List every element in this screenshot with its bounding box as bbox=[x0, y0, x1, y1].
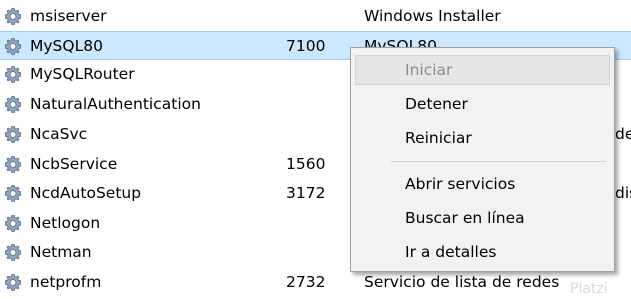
service-description: dis bbox=[615, 184, 631, 202]
gear-icon bbox=[3, 65, 23, 84]
service-pid: 7100 bbox=[286, 37, 326, 55]
context-menu: Iniciar Detener Reiniciar Abrir servicio… bbox=[350, 47, 615, 272]
service-pid: 1560 bbox=[286, 155, 326, 173]
service-name: Netlogon bbox=[30, 214, 101, 232]
service-row-netprofm[interactable]: netprofm 2732 Servicio de lista de redes bbox=[0, 268, 631, 297]
service-pid: 3172 bbox=[286, 184, 326, 202]
gear-icon bbox=[3, 214, 23, 233]
service-name: NcaSvc bbox=[30, 125, 88, 143]
service-pid bbox=[286, 2, 346, 31]
menu-item-open-services[interactable]: Abrir servicios bbox=[355, 169, 610, 199]
service-row-msiserver[interactable]: msiserver Windows Installer bbox=[0, 2, 631, 31]
service-pid bbox=[286, 120, 346, 149]
service-name-cell: NcbService bbox=[0, 150, 275, 179]
service-pid bbox=[286, 90, 346, 119]
service-name-cell: netprofm bbox=[0, 268, 275, 297]
service-name-cell: NcdAutoSetup bbox=[0, 179, 275, 208]
gear-icon bbox=[3, 184, 23, 203]
gear-icon bbox=[3, 155, 23, 174]
service-name: netprofm bbox=[30, 273, 102, 291]
service-name-cell: NaturalAuthentication bbox=[0, 90, 275, 119]
service-name-cell: Netlogon bbox=[0, 209, 275, 238]
service-name-cell: MySQLRouter bbox=[0, 60, 275, 89]
service-description: Windows Installer bbox=[364, 7, 501, 25]
service-name-cell: NcaSvc bbox=[0, 120, 275, 149]
gear-icon bbox=[3, 7, 23, 26]
gear-icon bbox=[3, 243, 23, 262]
service-name: NaturalAuthentication bbox=[30, 95, 201, 113]
service-name: NcbService bbox=[30, 155, 118, 173]
menu-item-restart[interactable]: Reiniciar bbox=[355, 123, 610, 153]
service-pid: 2732 bbox=[286, 273, 326, 291]
service-pid bbox=[286, 209, 346, 238]
menu-item-search-online[interactable]: Buscar en línea bbox=[355, 203, 610, 233]
menu-item-go-to-details[interactable]: Ir a detalles bbox=[355, 237, 610, 267]
service-name: msiserver bbox=[30, 7, 107, 25]
service-name: Netman bbox=[30, 243, 92, 261]
services-tab-page: msiserver Windows Installer MySQL80 7100… bbox=[0, 0, 631, 299]
service-pid bbox=[286, 238, 346, 267]
service-name: MySQL80 bbox=[30, 37, 103, 55]
menu-separator bbox=[391, 161, 606, 162]
service-name: MySQLRouter bbox=[30, 65, 135, 83]
menu-item-start[interactable]: Iniciar bbox=[355, 55, 610, 85]
service-name-cell: MySQL80 bbox=[0, 32, 275, 61]
gear-icon bbox=[3, 95, 23, 114]
service-name: NcdAutoSetup bbox=[30, 184, 142, 202]
menu-item-stop[interactable]: Detener bbox=[355, 89, 610, 119]
platzi-watermark: Platzi bbox=[570, 281, 608, 297]
service-description: de bbox=[615, 125, 631, 143]
gear-icon bbox=[3, 37, 23, 56]
service-name-cell: Netman bbox=[0, 238, 275, 267]
service-name-cell: msiserver bbox=[0, 2, 275, 31]
gear-icon bbox=[3, 125, 23, 144]
service-pid bbox=[286, 60, 346, 89]
gear-icon bbox=[3, 273, 23, 292]
